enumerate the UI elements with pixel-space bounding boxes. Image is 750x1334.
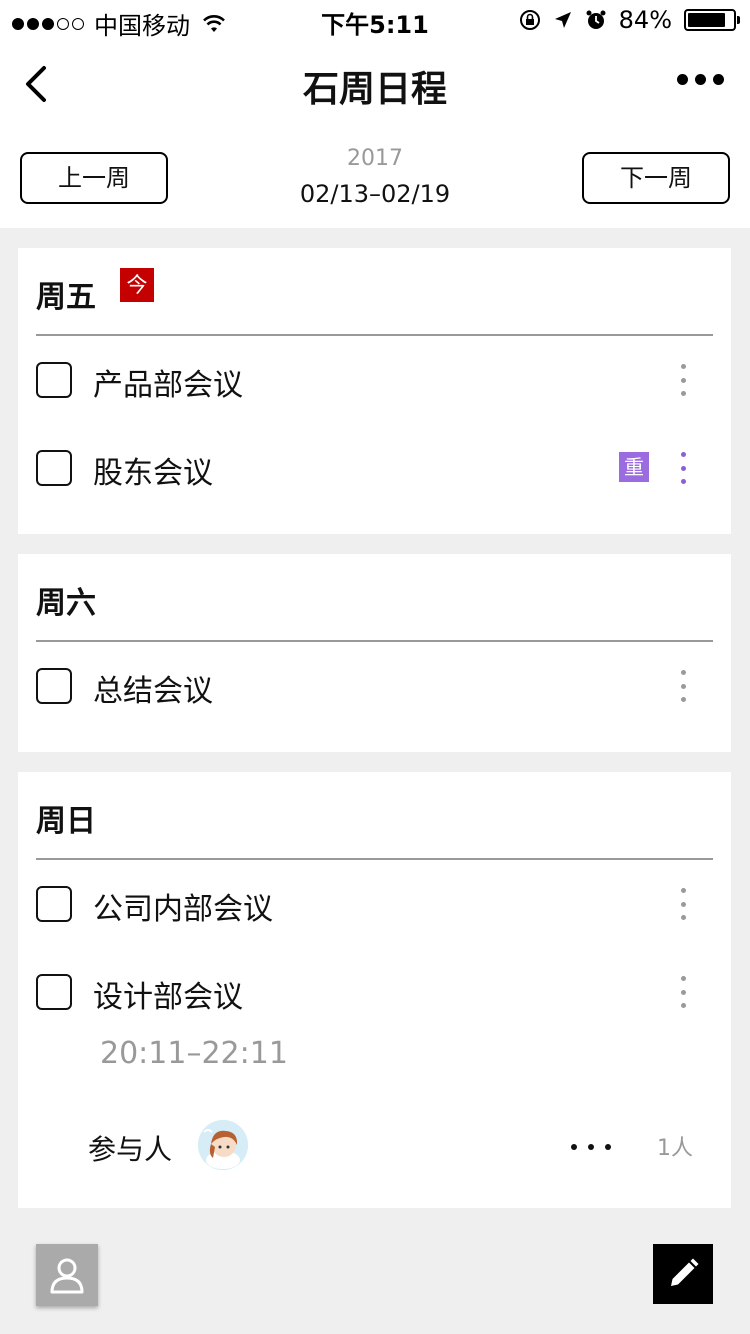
task-title: 产品部会议: [93, 368, 243, 403]
task-menu-icon[interactable]: [677, 976, 689, 1008]
battery-fill: [688, 13, 725, 27]
day-header: 周日: [36, 772, 713, 860]
more-dot: [713, 74, 724, 85]
task-row[interactable]: 总结会议: [18, 642, 731, 730]
task-row[interactable]: 产品部会议: [18, 336, 731, 424]
alarm-icon: [586, 10, 606, 29]
status-right: 84%: [519, 6, 740, 34]
rotation-lock-icon: [519, 10, 540, 30]
task-title: 公司内部会议: [93, 892, 273, 927]
task-menu-icon[interactable]: [677, 670, 689, 702]
more-dot: [695, 74, 706, 85]
task-checkbox[interactable]: [36, 668, 72, 704]
task-checkbox[interactable]: [36, 974, 72, 1010]
status-bar: 中国移动 下午5:11 84%: [0, 0, 750, 40]
battery-icon: [684, 9, 740, 31]
more-participants-icon[interactable]: [571, 1144, 611, 1150]
participants-label: 参与人: [88, 1133, 173, 1166]
week-selector: 上一周 2017 02/13–02/19 下一周: [0, 128, 750, 228]
participants-count: 1人: [657, 1136, 693, 1161]
day-card-friday: 周五 今 产品部会议 股东会议 重: [18, 248, 731, 534]
page-title: 石周日程: [302, 69, 447, 110]
task-row[interactable]: 设计部会议: [18, 948, 731, 1036]
day-title: 周日: [36, 804, 96, 839]
schedule-screen: 中国移动 下午5:11 84% 石周日程 上一周 2017 02/13–02/1…: [0, 0, 750, 1334]
battery-percent: 84%: [618, 6, 672, 34]
priority-badge: 重: [619, 452, 649, 482]
task-checkbox[interactable]: [36, 362, 72, 398]
user-icon: [50, 1258, 84, 1294]
avatar-illustration: [198, 1120, 248, 1170]
task-row[interactable]: 公司内部会议: [18, 860, 731, 948]
day-title: 周六: [36, 586, 96, 621]
task-menu-icon[interactable]: [677, 452, 689, 484]
day-card-saturday: 周六 总结会议: [18, 554, 731, 752]
task-title: 总结会议: [93, 674, 213, 709]
location-arrow-icon: [554, 12, 571, 28]
task-menu-icon[interactable]: [677, 364, 689, 396]
task-title: 设计部会议: [93, 980, 243, 1015]
task-time-row: 20:11–22:11: [18, 1036, 731, 1098]
pencil-icon: [671, 1258, 699, 1286]
task-menu-icon[interactable]: [677, 888, 689, 920]
task-title: 股东会议: [93, 456, 213, 491]
today-badge: 今: [120, 268, 154, 302]
nav-bar: 石周日程: [0, 40, 750, 128]
participants-row[interactable]: 参与人 1人: [18, 1098, 731, 1194]
more-dot: [677, 74, 688, 85]
task-checkbox[interactable]: [36, 886, 72, 922]
day-title: 周五: [36, 280, 96, 315]
avatar: [198, 1120, 248, 1170]
day-card-sunday: 周日 公司内部会议 设计部会议 20:11–22:11 参与人 1人: [18, 772, 731, 1208]
task-checkbox[interactable]: [36, 450, 72, 486]
task-time: 20:11–22:11: [100, 1036, 288, 1071]
day-header: 周五 今: [36, 248, 713, 336]
next-week-button[interactable]: 下一周: [582, 152, 730, 204]
task-row[interactable]: 股东会议 重: [18, 424, 731, 512]
user-button[interactable]: [36, 1244, 98, 1306]
more-options-button[interactable]: [677, 74, 724, 85]
day-header: 周六: [36, 554, 713, 642]
edit-button[interactable]: [653, 1244, 713, 1304]
